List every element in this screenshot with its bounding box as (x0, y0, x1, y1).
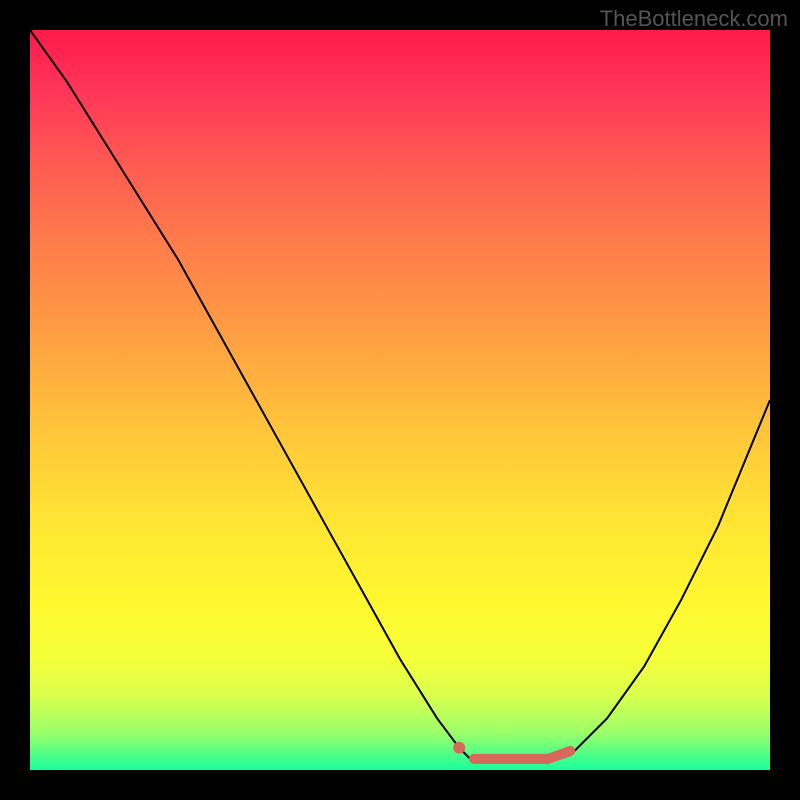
optimal-point-dot (453, 742, 465, 754)
chart-plot-area (30, 30, 770, 770)
bottleneck-curve (30, 30, 770, 763)
optimal-range-highlight (474, 751, 570, 759)
watermark-text: TheBottleneck.com (600, 6, 788, 32)
bottleneck-curve-svg (30, 30, 770, 770)
